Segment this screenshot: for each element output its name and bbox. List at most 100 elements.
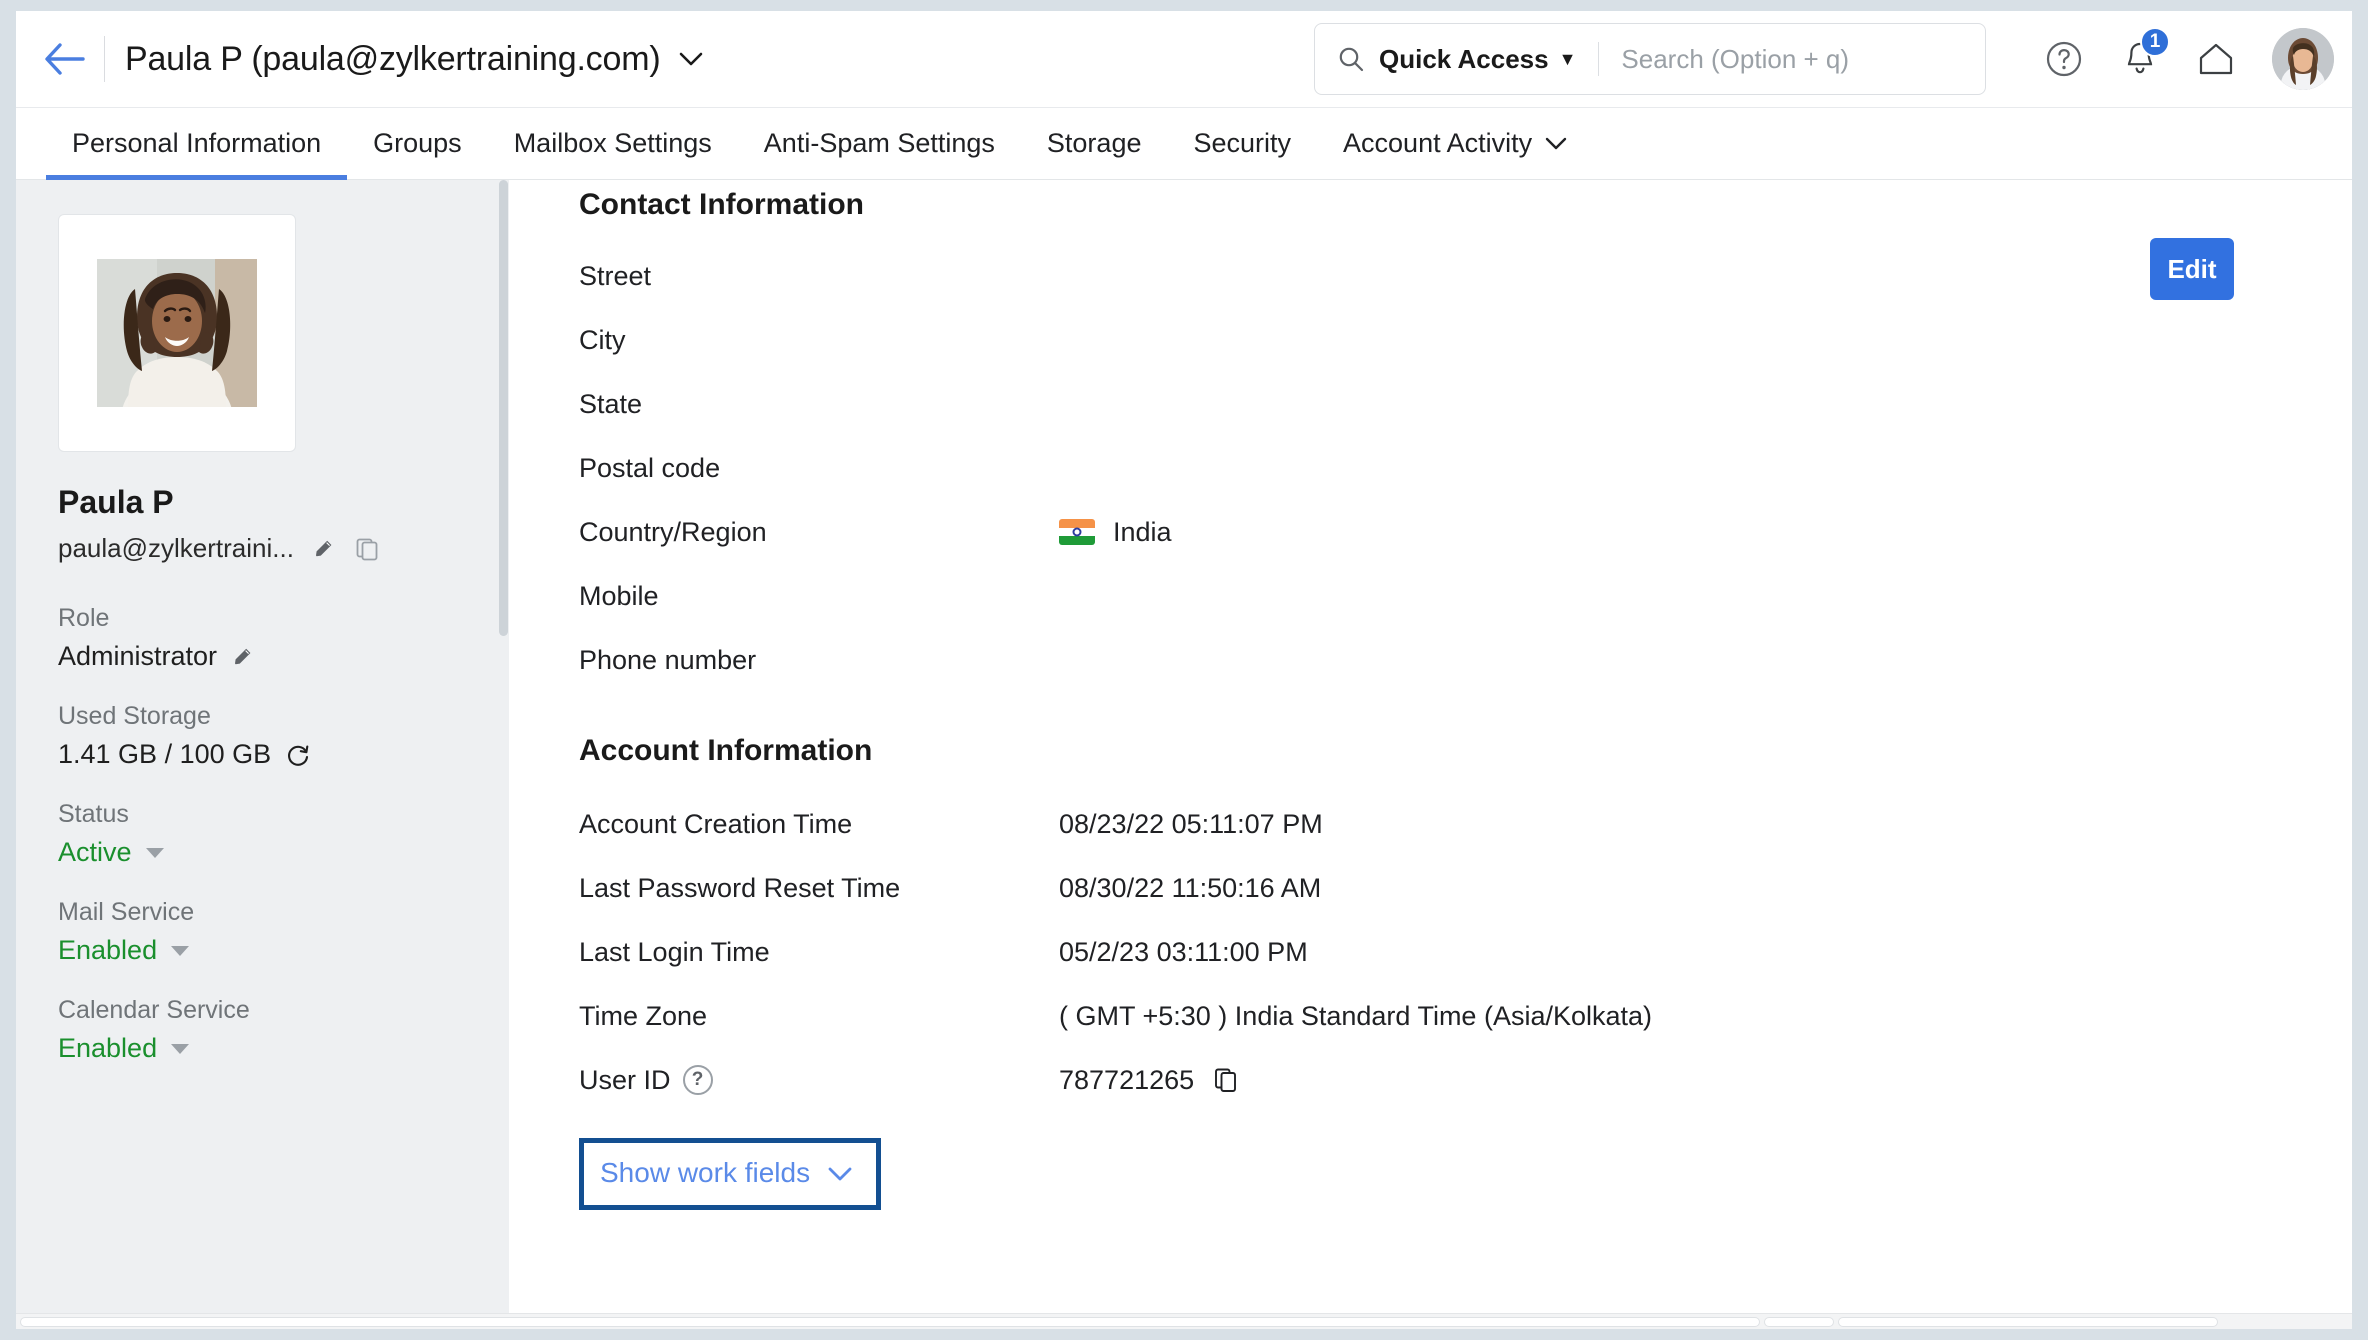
sidebar-field-value: 1.41 GB / 100 GB [58,739,272,769]
profile-sidebar: Paula P paula@zylkertraini... Role Admin… [16,180,509,1329]
quick-access-dropdown[interactable]: Quick Access ▼ [1379,44,1576,75]
show-work-fields-label: Show work fields [600,1157,811,1188]
field-label: Time Zone [579,1000,708,1031]
tab-label: Personal Information [72,128,322,158]
field-row-phone-number: Phone number [579,628,2352,692]
sidebar-field-used-storage: Used Storage 1.41 GB / 100 GB [58,702,509,770]
field-label: Postal code [579,452,721,483]
field-row-account-creation-time: Account Creation Time 08/23/22 05:11:07 … [579,792,2352,856]
field-row-city: City [579,308,2352,372]
field-row-last-login-time: Last Login Time 05/2/23 03:11:00 PM [579,920,2352,984]
sidebar-field-role: Role Administrator [58,604,509,672]
field-label: Phone number [579,644,757,675]
help-circle-icon[interactable]: ? [682,1065,713,1095]
chevron-down-icon [1544,136,1568,151]
title-chevron-down-icon[interactable] [678,51,704,67]
horizontal-scrollbar-thumb[interactable] [20,1316,1760,1327]
sidebar-field-label: Used Storage [58,702,211,730]
sidebar-field-mail-service: Mail Service Enabled [58,898,509,966]
home-icon[interactable] [2188,31,2244,87]
sidebar-field-value-row[interactable]: Active [58,837,509,868]
field-value: 08/23/22 05:11:07 PM [1059,808,1323,839]
page-title: Paula P (paula@zylkertraining.com) [125,39,661,78]
sidebar-user-name: Paula P [58,484,174,520]
field-row-last-password-reset-time: Last Password Reset Time 08/30/22 11:50:… [579,856,2352,920]
copy-icon[interactable] [1212,1066,1240,1094]
field-value: ( GMT +5:30 ) India Standard Time (Asia/… [1059,1000,1653,1031]
sidebar-field-status: Status Active [58,800,509,868]
tab-anti-spam-settings[interactable]: Anti-Spam Settings [738,108,1021,179]
field-row-state: State [579,372,2352,436]
field-label: User ID [579,1064,671,1095]
tab-label: Account Activity [1343,128,1533,158]
global-search-bar[interactable]: Quick Access ▼ [1314,23,1986,95]
field-label: State [579,388,643,419]
sidebar-field-label: Role [58,604,110,632]
edit-button[interactable]: Edit [2150,238,2234,300]
app-window: Paula P (paula@zylkertraining.com) Quick… [16,11,2352,1329]
tab-security[interactable]: Security [1167,108,1317,179]
show-work-fields-button[interactable]: Show work fields [584,1143,877,1205]
field-value-row: India [1059,517,1172,548]
chevron-down-icon[interactable] [171,1043,190,1054]
header-divider [104,36,105,82]
back-arrow-icon[interactable] [38,33,90,85]
field-row-postal-code: Postal code [579,436,2352,500]
field-value: India [1113,516,1172,547]
field-label: City [579,324,626,355]
horizontal-scrollbar-segment[interactable] [1838,1316,2218,1327]
sidebar-field-value-row[interactable]: Enabled [58,935,509,966]
field-value: 08/30/22 11:50:16 AM [1059,872,1322,903]
sidebar-field-value-row: Administrator [58,641,509,672]
chevron-down-icon[interactable] [171,945,190,956]
sidebar-field-value: Administrator [58,641,218,671]
field-value: 05/2/23 03:11:00 PM [1059,936,1308,967]
notification-bell-icon[interactable]: 1 [2112,27,2170,87]
sidebar-field-label: Calendar Service [58,996,250,1024]
sidebar-field-label: Mail Service [58,898,195,926]
tab-personal-information[interactable]: Personal Information [46,108,348,180]
tab-label: Security [1193,128,1292,158]
notification-badge: 1 [2140,27,2170,57]
sidebar-field-value-row[interactable]: Enabled [58,1033,509,1064]
tab-storage[interactable]: Storage [1021,108,1168,179]
pencil-icon[interactable] [312,537,336,561]
tab-label: Storage [1046,128,1142,158]
sidebar-email-row: paula@zylkertraini... [58,533,509,564]
profile-photo[interactable] [58,214,296,452]
top-header-bar: Paula P (paula@zylkertraining.com) Quick… [16,11,2352,108]
help-circle-icon[interactable] [2036,31,2092,87]
content-body: Paula P paula@zylkertraini... Role Admin… [16,180,2352,1329]
search-divider [1598,42,1600,76]
field-row-country-region: Country/Region India [579,500,2352,564]
field-label: Account Creation Time [579,808,853,839]
field-label: Last Login Time [579,936,770,967]
chevron-down-icon[interactable] [145,847,164,858]
copy-icon[interactable] [354,536,380,562]
horizontal-scrollbar-segment[interactable] [1764,1316,1834,1327]
pencil-icon[interactable] [231,645,255,669]
search-input[interactable] [1621,43,1963,75]
field-label: Street [579,260,652,291]
tab-mailbox-settings[interactable]: Mailbox Settings [488,108,738,179]
sidebar-email: paula@zylkertraini... [58,533,294,563]
field-label: Last Password Reset Time [579,872,901,903]
field-row-user-id: User ID ? 787721265 [579,1048,2352,1112]
account-information-heading: Account Information [579,734,873,767]
tab-account-activity[interactable]: Account Activity [1317,108,1594,179]
field-value: 787721265 [1059,1064,1195,1095]
horizontal-scrollbar[interactable] [16,1313,2352,1329]
search-icon [1337,45,1365,73]
user-avatar[interactable] [2272,28,2334,90]
quick-access-label: Quick Access [1379,43,1549,74]
sidebar-scrollbar-thumb[interactable] [499,180,508,636]
field-row-street: Street [579,244,2352,308]
tab-groups[interactable]: Groups [347,108,488,179]
refresh-icon[interactable] [285,742,311,768]
sidebar-field-calendar-service: Calendar Service Enabled [58,996,509,1064]
field-row-mobile: Mobile [579,564,2352,628]
quick-access-caret-icon: ▼ [1558,49,1577,69]
sidebar-field-label: Status [58,800,129,828]
sidebar-scrollbar[interactable] [498,180,509,1329]
india-flag-icon [1059,519,1095,545]
